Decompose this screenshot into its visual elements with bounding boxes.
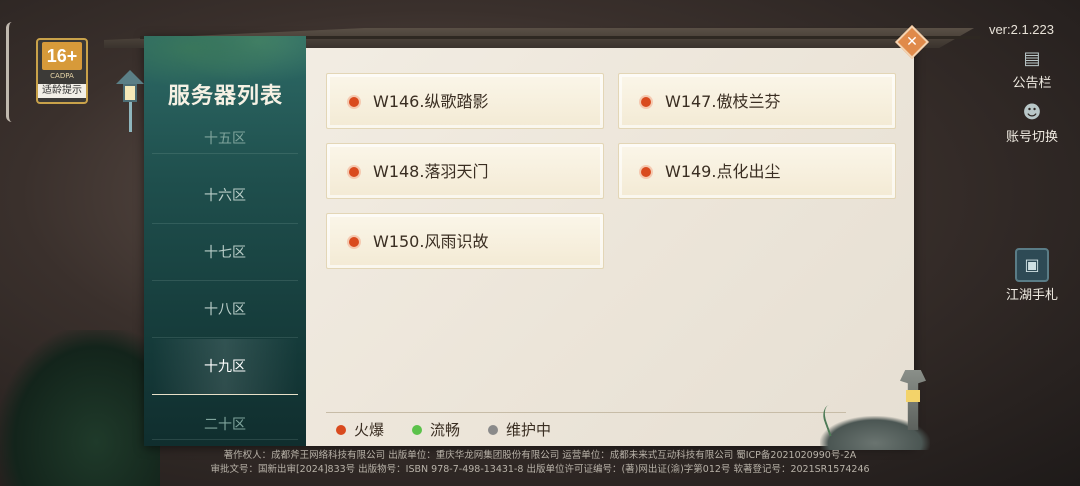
age-rating-tip: 适龄提示 (38, 84, 86, 98)
left-edge-bracket (6, 22, 14, 122)
status-maintenance-icon (488, 424, 499, 435)
status-legend: 火爆 流畅 维护中 (336, 419, 579, 440)
legend-maintenance: 维护中 (488, 419, 551, 440)
hanging-lantern-icon (116, 70, 144, 132)
switch-account-label: 账号切换 (1005, 130, 1058, 145)
server-card[interactable]: W146.纵歌踏影 (326, 73, 604, 129)
notice-board-button[interactable]: ▤ 公告栏 (996, 48, 1068, 91)
server-name: W147.傲枝兰芬 (665, 92, 781, 111)
zone-item-16[interactable]: 十六区 (152, 168, 298, 224)
notice-board-icon: ▤ (1023, 48, 1041, 69)
status-hot-icon (349, 167, 359, 177)
zone-item-20[interactable]: 二十区 (152, 410, 298, 440)
server-card[interactable]: W150.风雨识故 (326, 213, 604, 269)
handbook-button[interactable]: ▣ 江湖手札 (996, 248, 1068, 303)
server-name: W150.风雨识故 (373, 232, 489, 251)
version-label: ver:2.1.223 (988, 22, 1054, 37)
status-smooth-icon (412, 424, 423, 435)
handbook-label: 江湖手札 (1005, 288, 1058, 303)
notice-board-label: 公告栏 (1012, 76, 1052, 91)
legend-label: 流畅 (430, 421, 461, 439)
stone-lantern-decoration (819, 370, 930, 450)
status-hot-icon (349, 97, 359, 107)
footer-line-1: 著作权人：成都斧王网络科技有限公司 出版单位：重庆华龙网集团股份有限公司 运营单… (223, 450, 857, 461)
server-card[interactable]: W148.落羽天门 (326, 143, 604, 199)
copyright-footer: 著作权人：成都斧王网络科技有限公司 出版单位：重庆华龙网集团股份有限公司 运营单… (0, 449, 1080, 477)
age-rating-badge[interactable]: 16+ CADPA 适龄提示 (36, 38, 88, 104)
server-name: W146.纵歌踏影 (373, 92, 489, 111)
handbook-icon: ▣ (1015, 248, 1049, 282)
zone-item-18[interactable]: 十八区 (152, 282, 298, 338)
close-icon: ✕ (906, 34, 918, 50)
status-hot-icon (336, 424, 346, 435)
legend-label: 维护中 (506, 421, 552, 439)
server-name: W148.落羽天门 (373, 162, 489, 181)
zone-item-19[interactable]: 十九区 (152, 339, 298, 395)
server-card[interactable]: W147.傲枝兰芬 (618, 73, 896, 129)
status-hot-icon (641, 97, 651, 107)
age-rating-number: 16+ (42, 42, 82, 70)
age-rating-org: CADPA (50, 72, 74, 80)
user-switch-icon: ☻ (1022, 102, 1042, 123)
legend-divider (326, 412, 846, 413)
zone-item-17[interactable]: 十七区 (152, 225, 298, 281)
switch-account-button[interactable]: ☻ 账号切换 (996, 102, 1068, 145)
legend-label: 火爆 (354, 421, 385, 439)
server-name: W149.点化出尘 (665, 162, 781, 181)
status-hot-icon (349, 237, 359, 247)
zone-item-15[interactable]: 十五区 (152, 124, 298, 154)
server-card[interactable]: W149.点化出尘 (618, 143, 896, 199)
legend-smooth: 流畅 (412, 419, 460, 440)
footer-line-2: 审批文号：国新出审[2024]833号 出版物号：ISBN 978-7-498-… (210, 464, 870, 475)
zone-sidebar: 服务器列表 十五区 十六区 十七区 十八区 十九区 二十区 (144, 36, 306, 446)
panel-title: 服务器列表 (168, 83, 284, 109)
legend-hot: 火爆 (336, 419, 384, 440)
status-hot-icon (641, 167, 651, 177)
